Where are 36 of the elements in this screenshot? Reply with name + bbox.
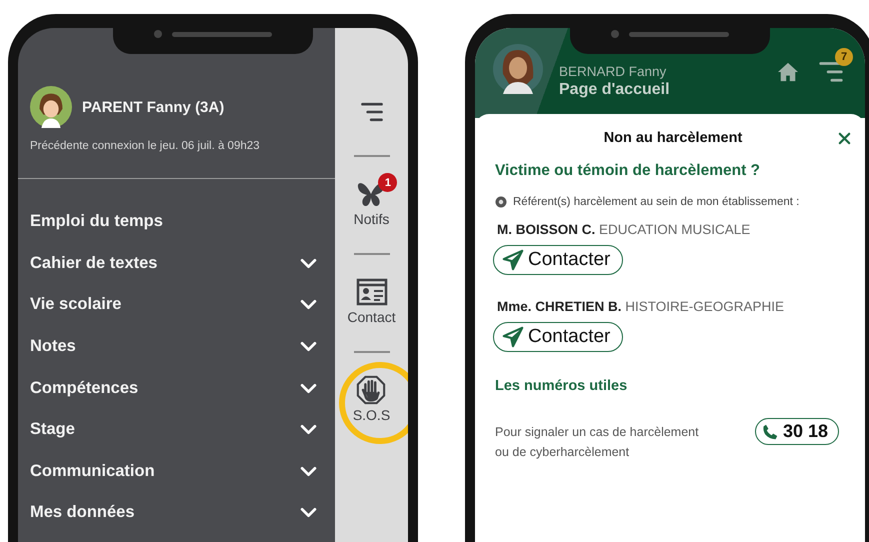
hand-stop-icon bbox=[355, 375, 388, 405]
menu-item[interactable]: Stage bbox=[18, 408, 335, 451]
menu-item[interactable]: Cahier de textes bbox=[18, 242, 335, 284]
sheet-title: Non au harcèlement bbox=[604, 130, 742, 146]
menu-item[interactable]: Emploi du temps bbox=[18, 201, 335, 243]
contact-button[interactable]: Contacter bbox=[493, 322, 624, 352]
user-name: BERNARD Fanny bbox=[559, 64, 668, 79]
menu-item[interactable]: Communication bbox=[18, 450, 335, 492]
number-description: Pour signaler un cas de harcèlement ou de cyberharcèlement bbox=[495, 424, 700, 461]
home-icon[interactable] bbox=[777, 62, 799, 82]
rail-button[interactable]: 1 Notifs bbox=[344, 171, 400, 227]
close-icon[interactable] bbox=[838, 132, 851, 144]
paper-plane-icon bbox=[502, 326, 524, 348]
referent-name: Mme. CHRETIEN B. HISTOIRE-GEOGRAPHIE bbox=[497, 299, 786, 314]
page-title: Page d'accueil bbox=[559, 81, 671, 99]
notification-badge: 7 bbox=[835, 48, 853, 66]
menu-item[interactable]: Mes données bbox=[18, 492, 335, 534]
menu-item[interactable]: Compétences bbox=[18, 367, 335, 409]
notification-badge: 1 bbox=[378, 173, 398, 192]
last-login-text: Précédente connexion le jeu. 06 juil. à 09h23 bbox=[29, 139, 261, 152]
gear-icon bbox=[495, 196, 507, 208]
phone-icon bbox=[762, 424, 778, 440]
avatar-icon bbox=[30, 86, 72, 128]
phone-number-button[interactable]: 30 18 bbox=[754, 418, 839, 445]
profile-name: PARENT Fanny (3A) bbox=[82, 98, 224, 116]
section-heading: Les numéros utiles bbox=[495, 378, 628, 394]
contact-button[interactable]: Contacter bbox=[493, 245, 624, 275]
section-heading: Victime ou témoin de harcèlement ? bbox=[495, 162, 762, 180]
paper-plane-icon bbox=[502, 249, 524, 271]
avatar-icon bbox=[493, 44, 543, 94]
rail-button[interactable]: Contact bbox=[337, 269, 406, 325]
contact-card-icon bbox=[356, 277, 388, 307]
menu-item[interactable]: Vie scolaire bbox=[18, 284, 335, 326]
info-text: Référent(s) harcèlement au sein de mon établissement : bbox=[513, 196, 800, 208]
menu-item[interactable]: Notes bbox=[18, 326, 335, 368]
referent-name: M. BOISSON C. EDUCATION MUSICALE bbox=[497, 222, 752, 237]
